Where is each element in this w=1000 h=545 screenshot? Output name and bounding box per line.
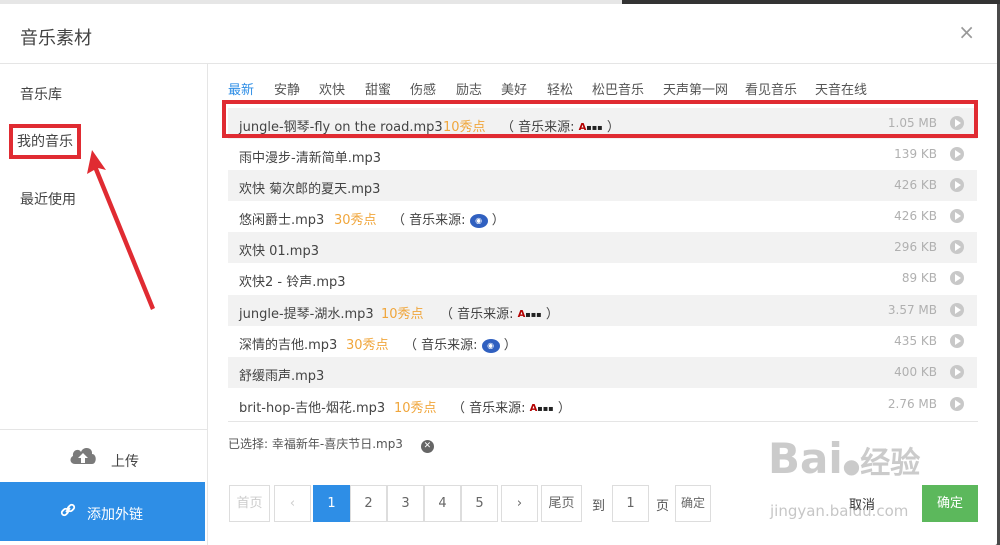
goto-confirm-button[interactable]: 确定 [675,485,711,522]
track-points: 10秀点 [394,401,437,416]
track-source: （ 音乐来源: ◉ ） [404,338,517,353]
tab-tiansheng[interactable]: 天声第一网 [663,79,728,98]
page-last-button[interactable]: 尾页 [541,485,582,522]
track-row[interactable]: jungle-提琴-湖水.mp3 10秀点 （ 音乐来源: A▪▪▪ ） 3.5… [228,295,977,326]
cloud-upload-icon [70,448,96,464]
play-icon[interactable] [950,240,964,254]
play-icon[interactable] [950,271,964,285]
track-row[interactable]: 舒缓雨声.mp3 400 KB [228,357,977,388]
track-points: 30秀点 [334,213,377,228]
goto-prefix: 到 [592,499,606,514]
page-button-3[interactable]: 3 [387,485,424,522]
source-logo-icon: ◉ [481,338,500,353]
play-icon[interactable] [950,303,964,317]
tab-happy[interactable]: 欢快 [319,79,345,98]
page-button-5[interactable]: 5 [461,485,498,522]
track-size: 296 KB [894,240,937,254]
track-name: 雨中漫步-清新简单.mp3 [239,151,382,166]
page-first-button[interactable]: 首页 [229,485,270,522]
track-size: 426 KB [894,209,937,223]
dialog-header: 音乐素材 × [0,4,997,64]
track-source: （ 音乐来源: ◉ ） [392,213,505,228]
track-size: 426 KB [894,178,937,192]
track-row[interactable]: 深情的吉他.mp3 30秀点 （ 音乐来源: ◉ ） 435 KB [228,326,977,357]
source-logo-icon: A▪▪▪ [529,403,554,414]
tab-tianyin[interactable]: 天音在线 [815,79,867,98]
sidebar-item-music-library[interactable]: 音乐库 [20,84,62,104]
watermark-brand: Bai [768,434,843,483]
track-row[interactable]: brit-hop-吉他-烟花.mp3 10秀点 （ 音乐来源: A▪▪▪ ） 2… [228,389,977,420]
selected-file: 已选择: 幸福新年-喜庆节日.mp3 ✕ [228,435,434,453]
tab-latest[interactable]: 最新 [228,79,254,98]
tab-songba-music[interactable]: 松巴音乐 [592,79,644,98]
track-name: 欢快 菊次郎的夏天.mp3 [239,182,381,197]
source-logo-icon: A▪▪▪ [517,309,542,320]
track-source: （ 音乐来源: A▪▪▪ ） [440,307,559,322]
sidebar-item-recent[interactable]: 最近使用 [20,189,76,209]
watermark: Bai●经验 jingyan.baidu.com [768,434,921,520]
track-size: 139 KB [894,147,937,161]
track-source: （ 音乐来源: A▪▪▪ ） [452,401,571,416]
track-row[interactable]: 雨中漫步-清新简单.mp3 139 KB [228,139,977,170]
page-button-2[interactable]: 2 [350,485,387,522]
page-prev-button[interactable]: ‹ [274,485,311,522]
dialog-title: 音乐素材 [20,28,92,49]
highlight-box [222,100,978,138]
link-icon [60,503,76,517]
source-logo-icon: ◉ [469,213,488,228]
track-points: 10秀点 [381,307,424,322]
tab-kanjian[interactable]: 看见音乐 [745,79,797,98]
sidebar-item-my-music[interactable]: 我的音乐 [9,124,81,159]
watermark-url: jingyan.baidu.com [770,502,909,520]
tab-relaxed[interactable]: 轻松 [547,79,573,98]
track-size: 2.76 MB [887,397,937,411]
play-icon[interactable] [950,178,964,192]
selected-file-text: 已选择: 幸福新年-喜庆节日.mp3 [228,437,403,451]
track-name: brit-hop-吉他-烟花.mp3 [239,401,386,416]
track-name: jungle-提琴-湖水.mp3 [239,307,374,322]
paw-icon: ● [842,454,861,478]
upload-label: 上传 [111,454,139,470]
confirm-button[interactable]: 确定 [922,485,978,522]
upload-button[interactable]: 上传 [0,429,207,482]
tab-quiet[interactable]: 安静 [274,79,300,98]
play-icon[interactable] [950,397,964,411]
play-icon[interactable] [950,334,964,348]
track-size: 89 KB [901,271,937,285]
tab-sad[interactable]: 伤感 [410,79,436,98]
track-name: 舒缓雨声.mp3 [239,369,325,384]
track-name: 深情的吉他.mp3 [239,338,338,353]
track-points: 30秀点 [346,338,389,353]
page-button-4[interactable]: 4 [424,485,461,522]
goto-suffix: 页 [656,499,670,514]
play-icon[interactable] [950,147,964,161]
tab-beautiful[interactable]: 美好 [501,79,527,98]
tab-inspiring[interactable]: 励志 [456,79,482,98]
page-next-button[interactable]: › [501,485,538,522]
play-icon[interactable] [950,365,964,379]
track-name: 欢快2 - 铃声.mp3 [239,275,346,290]
track-row[interactable]: 悠闲爵士.mp3 30秀点 （ 音乐来源: ◉ ） 426 KB [228,201,977,232]
goto-page-input[interactable]: 1 [612,485,649,522]
track-row[interactable]: 欢快 菊次郎的夏天.mp3 426 KB [228,170,977,201]
tab-sweet[interactable]: 甜蜜 [365,79,391,98]
close-icon[interactable]: × [958,20,975,44]
track-name: 悠闲爵士.mp3 [239,213,325,228]
track-size: 3.57 MB [887,303,937,317]
music-dialog: 音乐素材 × 音乐库 我的音乐 最近使用 上传 添加外链 最新 安静 欢快 甜蜜… [0,0,1000,545]
add-external-link-label: 添加外链 [87,507,143,523]
track-size: 435 KB [894,334,937,348]
list-divider [228,421,978,422]
add-external-link-button[interactable]: 添加外链 [0,482,205,541]
track-row[interactable]: 欢快 01.mp3 296 KB [228,232,977,263]
play-icon[interactable] [950,209,964,223]
sidebar: 音乐库 我的音乐 最近使用 上传 添加外链 [0,64,208,545]
track-row[interactable]: 欢快2 - 铃声.mp3 89 KB [228,263,977,294]
track-name: 欢快 01.mp3 [239,244,319,259]
remove-selection-icon[interactable]: ✕ [420,440,434,453]
track-size: 400 KB [894,365,937,379]
watermark-brand-cn: 经验 [860,446,921,481]
page-button-1[interactable]: 1 [313,485,350,522]
